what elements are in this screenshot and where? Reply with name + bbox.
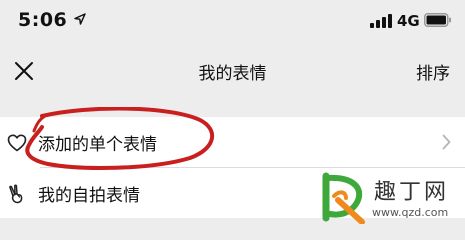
brand-logo-icon <box>322 172 365 224</box>
chevron-right-icon <box>442 134 451 150</box>
list-item-label: 添加的单个表情 <box>38 135 157 155</box>
watermark: 趣丁网 www.qzd.com <box>312 166 465 227</box>
nav-bar: 我的表情 排序 <box>0 42 465 102</box>
signal-bars-icon <box>370 14 392 28</box>
victory-hand-icon <box>9 184 23 204</box>
watermark-brand: 趣丁网 <box>374 180 450 205</box>
list-item-label: 我的自拍表情 <box>38 186 140 206</box>
watermark-url: www.qzd.com <box>372 206 449 219</box>
page-title: 我的表情 <box>198 64 267 84</box>
network-type: 4G <box>397 12 420 30</box>
heart-icon <box>7 134 27 152</box>
status-time: 5:06 <box>18 9 68 31</box>
location-arrow-icon <box>74 13 86 25</box>
status-bar: 5:06 4G <box>0 0 465 42</box>
sort-button[interactable]: 排序 <box>416 59 450 84</box>
battery-icon <box>424 13 451 27</box>
list-item-added-stickers[interactable]: 添加的单个表情 <box>0 117 465 168</box>
